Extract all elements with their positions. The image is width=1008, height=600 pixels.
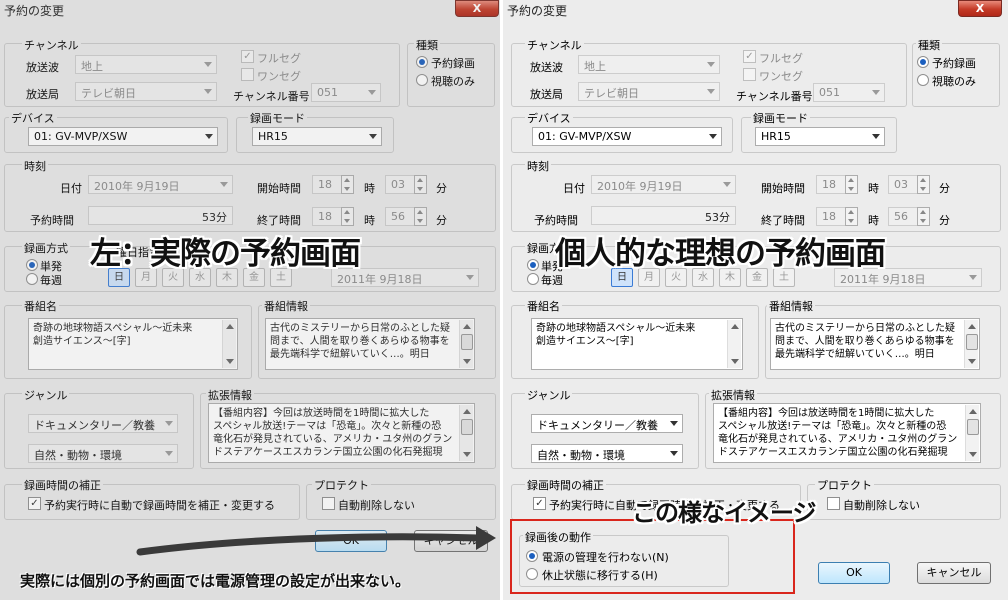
left-caption: 左：実際の予約画面 <box>90 236 361 272</box>
arrow-head-icon <box>476 526 496 550</box>
image-caption: この様なイメージ <box>632 499 817 527</box>
footer-caption: 実際には個別の予約画面では電源管理の設定が出来ない。 <box>20 572 411 590</box>
arrow-shaft <box>136 533 482 556</box>
annotation-arrow <box>136 526 496 556</box>
right-caption: 個人的な理想の予約画面 <box>555 236 886 272</box>
